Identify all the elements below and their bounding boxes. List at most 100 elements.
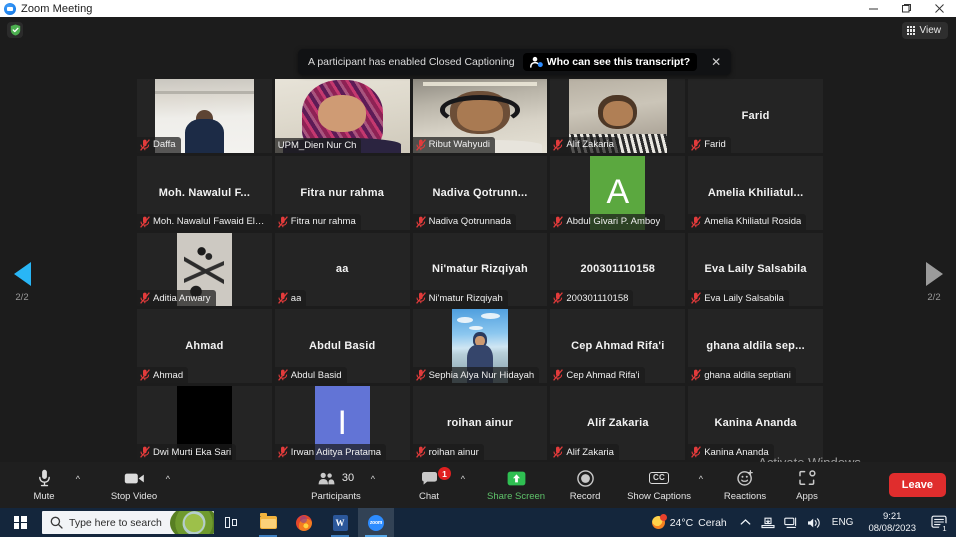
participant-name-label: Moh. Nawalul Fawaid El Ha... [153,216,267,228]
participant-tile[interactable]: Alif Zakaria Alif Zakaria [550,386,686,460]
participant-tile[interactable]: Aditia Anwary [137,232,272,307]
participant-name-label: Ni'matur Rizqiyah [428,292,503,304]
tray-overflow-chevron-up-icon[interactable] [735,508,756,537]
record-icon [576,469,594,488]
window-title: Zoom Meeting [21,2,93,15]
weather-widget[interactable]: 24°C Cerah [646,514,733,529]
chat-button[interactable]: Chat 1 ^ [401,462,465,508]
stop-video-button[interactable]: Stop Video ^ [106,462,170,508]
record-button[interactable]: Record [557,462,613,508]
participant-tile[interactable]: ghana aldila sep... ghana aldila septiani [688,309,823,384]
taskbar-app-word[interactable]: W [322,508,358,537]
participant-tile[interactable]: aa aa [274,232,410,307]
notification-count: 1 [939,523,950,534]
participant-tile[interactable]: Ribut Wahyudi [412,79,548,153]
participant-tile[interactable]: Fitra nur rahma Fitra nur rahma [274,155,410,230]
apps-bracket-icon [798,469,816,488]
participant-tile[interactable]: Ahmad Ahmad [137,309,272,384]
participant-tile[interactable]: roihan ainur roihan ainur [412,386,548,460]
show-captions-button[interactable]: CC Show Captions ^ [623,462,703,508]
captions-options-caret[interactable]: ^ [699,475,703,484]
mic-off-icon [140,292,150,305]
mic-off-icon [415,446,426,458]
mic-off-icon [140,446,150,458]
minimize-icon[interactable] [857,0,890,17]
participant-display-name: Cep Ahmad Rifa'i [571,340,665,353]
mic-off-icon [691,446,702,458]
mic-off-icon [691,138,702,151]
meeting-toolbar: Mute ^ Stop Video ^ 30 Participants ^ Ch… [0,462,956,508]
previous-page-button[interactable]: 2/2 [2,262,42,303]
mic-off-icon [277,369,288,381]
video-options-caret[interactable]: ^ [166,475,170,484]
language-indicator[interactable]: ENG [827,517,859,528]
apps-button[interactable]: Apps [779,462,835,508]
participant-tile[interactable]: UPM_Dien Nur Ch [274,79,410,153]
mic-off-icon [415,138,426,151]
onedrive-icon[interactable] [758,508,779,537]
window-controls [857,0,956,17]
captions-group: CC Show Captions ^ [623,462,707,508]
participants-label: Participants [311,490,361,502]
participant-tile[interactable]: Alif Zakaria [550,79,686,153]
toast-close-icon[interactable]: ✕ [707,53,725,71]
taskbar-app-zoom[interactable]: zoom [358,508,394,537]
zoom-logo-icon [4,2,16,15]
mute-options-caret[interactable]: ^ [76,475,80,484]
participant-tile[interactable]: Eva Laily Salsabila Eva Laily Salsabila [688,232,823,307]
weather-description: Cerah [698,516,727,529]
participant-tile[interactable]: Sephia Alya Nur Hidayah [412,309,548,384]
leave-button[interactable]: Leave [888,473,946,497]
share-screen-icon [507,469,526,488]
participants-button[interactable]: 30 Participants ^ [305,462,375,508]
participant-tile[interactable]: Ni'matur Rizqiyah Ni'matur Rizqiyah [412,232,548,307]
participant-tile[interactable]: Amelia Khiliatul... Amelia Khiliatul Rosi… [688,155,823,230]
start-button[interactable] [0,508,40,537]
reactions-button[interactable]: Reactions [717,462,773,508]
file-explorer-icon [259,513,277,529]
taskbar-app-file-explorer[interactable] [250,508,286,537]
participant-display-name: 200301110158 [580,263,656,276]
next-page-button[interactable]: 2/2 [914,262,954,303]
view-layout-button[interactable]: View [901,22,948,39]
participant-name-badge: Nadiva Qotrunnada [412,213,516,230]
participant-tile[interactable]: A Abdul Givari P. Amboy [550,155,686,230]
participant-tile[interactable]: Moh. Nawalul F... Moh. Nawalul Fawaid El … [137,155,272,230]
participants-options-caret[interactable]: ^ [371,475,375,484]
participant-name-label: Nadiva Qotrunnada [428,216,511,228]
mute-button[interactable]: Mute ^ [16,462,80,508]
participant-tile[interactable]: Dwi Murti Eka Sari [137,386,272,460]
mic-off-icon [277,215,288,228]
close-icon[interactable] [923,0,956,17]
network-icon[interactable] [781,508,802,537]
share-screen-button[interactable]: Share Screen [483,462,549,508]
participant-display-name: Farid [741,109,770,122]
page-indicator-left: 2/2 [15,292,29,303]
participant-name-label: ghana aldila septiani [704,369,791,381]
participant-tile[interactable]: I Irwan Aditya Pratama [274,386,410,460]
shield-check-icon[interactable] [7,22,23,38]
notification-center-button[interactable]: 1 [926,508,952,537]
taskbar-app-firefox[interactable] [286,508,322,537]
participant-name-badge: Dwi Murti Eka Sari [137,444,237,460]
task-view-button[interactable] [214,508,250,537]
participant-tile[interactable]: Nadiva Qotrunn... Nadiva Qotrunnada [412,155,548,230]
participant-display-name: Moh. Nawalul F... [158,186,251,199]
clock-widget[interactable]: 9:21 08/08/2023 [860,511,924,535]
firefox-icon [296,514,312,531]
participant-tile[interactable]: Daffa [137,79,272,153]
volume-icon[interactable] [804,508,825,537]
clock-date: 08/08/2023 [868,522,916,534]
participant-tile[interactable]: Kanina Ananda Kanina Ananda [688,386,823,460]
participant-tile[interactable]: Abdul Basid Abdul Basid [274,309,410,384]
participant-name-label: Eva Laily Salsabila [704,292,784,304]
maximize-icon[interactable] [890,0,923,17]
participant-name-badge: Fitra nur rahma [274,213,361,230]
participant-tile[interactable]: Farid Farid [688,79,823,153]
participant-display-name: Ahmad [185,340,224,353]
who-can-see-transcript-link[interactable]: Who can see this transcript? [522,53,698,71]
participant-tile[interactable]: Cep Ahmad Rifa'i Cep Ahmad Rifa'i [550,309,686,384]
chat-options-caret[interactable]: ^ [461,475,465,484]
taskbar-search-input[interactable]: Type here to search [42,511,214,534]
participant-tile[interactable]: 200301110158 200301110158 [550,232,686,307]
